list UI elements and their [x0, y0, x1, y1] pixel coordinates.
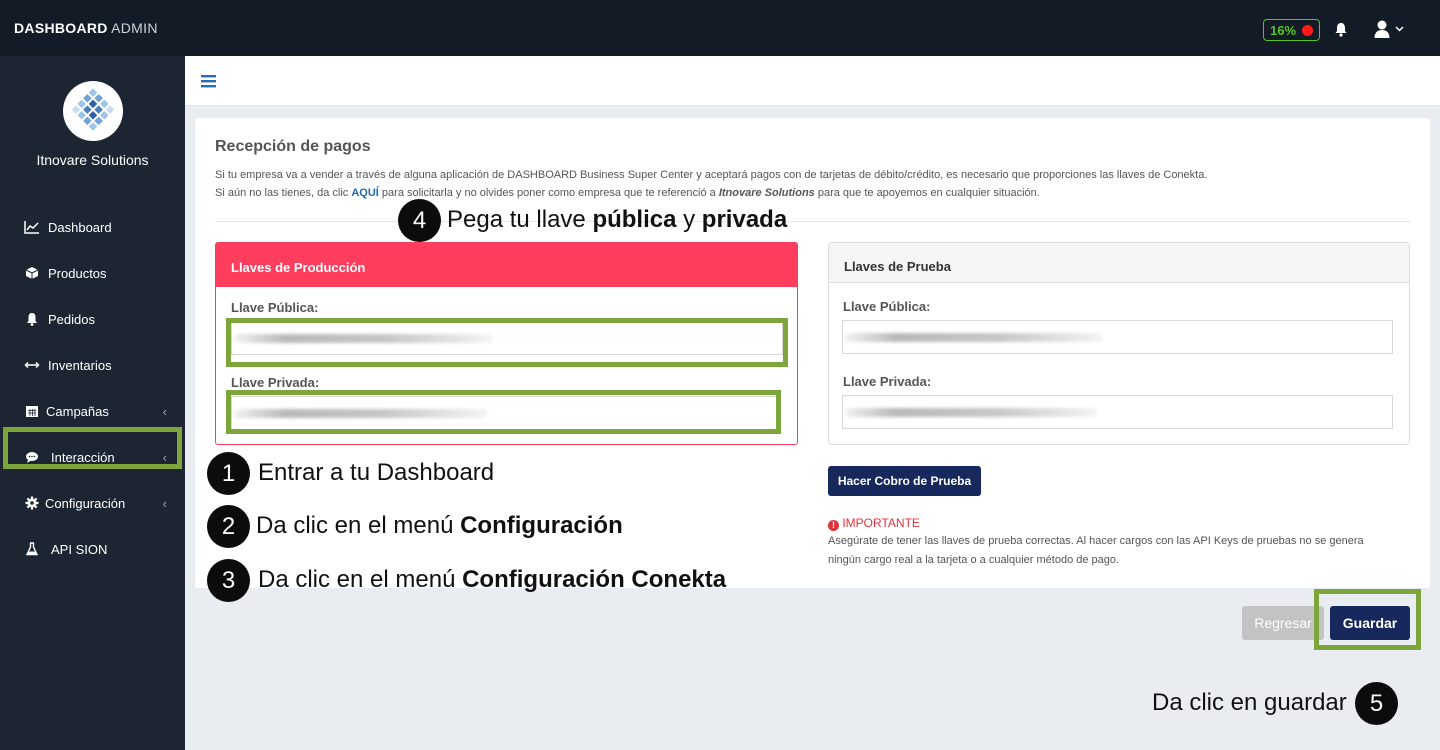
sidebar-item-campanas[interactable]: Campañas ‹ — [0, 391, 185, 431]
step-4-number: 4 — [398, 199, 441, 242]
request-keys-link[interactable]: AQUÍ — [351, 187, 379, 199]
important-text-line-1: Asegúrate de tener las llaves de prueba … — [828, 535, 1364, 547]
chevron-down-icon[interactable] — [1395, 24, 1404, 33]
step-text-bold: pública — [592, 206, 677, 233]
step-text-part: Pega tu llave — [447, 206, 593, 233]
test-public-key-label: Llave Pública: — [843, 299, 931, 314]
test-public-key-input[interactable] — [842, 320, 1393, 354]
step-5-number: 5 — [1355, 682, 1398, 725]
record-dot-icon — [1302, 25, 1313, 36]
chevron-left-icon: ‹ — [162, 404, 167, 419]
description-line-1: Si tu empresa va a vender a través de al… — [215, 169, 1208, 181]
sidebar-item-dashboard[interactable]: Dashboard — [0, 207, 185, 247]
sidebar-item-pedidos[interactable]: Pedidos — [0, 299, 185, 339]
sidebar-item-label: Configuración — [45, 496, 126, 511]
important-title: IMPORTANTE — [842, 516, 920, 530]
step-5-text: Da clic en guardar — [1152, 689, 1347, 716]
sidebar: Itnovare Solutions Dashboard Productos P… — [0, 56, 185, 750]
step-text-part: Da clic en el menú — [256, 512, 461, 539]
test-private-key-input[interactable] — [842, 395, 1393, 429]
test-private-key-label: Llave Privada: — [843, 374, 932, 389]
sidebar-item-label: Productos — [48, 266, 107, 281]
step-2-text: Da clic en el menú Configuración — [256, 512, 623, 540]
box-icon — [25, 267, 39, 279]
chevron-left-icon: ‹ — [162, 496, 167, 511]
info-circle-icon: ! — [828, 520, 839, 531]
gear-icon — [25, 496, 39, 510]
calendar-icon — [26, 406, 38, 417]
chart-line-icon — [24, 221, 39, 234]
step-3-number: 3 — [207, 559, 250, 602]
brand[interactable]: DASHBOARD ADMIN — [14, 20, 158, 36]
highlight-public-key — [226, 318, 788, 367]
page-title: Recepción de pagos — [215, 138, 371, 155]
referrer-company: Itnovare Solutions — [718, 187, 815, 199]
sidebar-item-api-sion[interactable]: API SION — [0, 529, 185, 569]
test-charge-button[interactable]: Hacer Cobro de Prueba — [828, 466, 981, 496]
sidebar-item-label: Dashboard — [48, 220, 112, 235]
step-2-number: 2 — [207, 505, 250, 548]
hamburger-menu-icon[interactable] — [201, 74, 216, 88]
step-1-number: 1 — [207, 452, 250, 495]
highlight-save-button — [1314, 589, 1421, 650]
notification-bell-icon[interactable] — [1334, 22, 1348, 37]
step-text-bold: Configuración — [460, 512, 623, 539]
step-3-text: Da clic en el menú Configuración Conekta — [258, 566, 726, 594]
description-text: para solicitarla y no olvides poner como… — [378, 187, 719, 199]
battery-value: 16% — [1270, 23, 1297, 38]
step-4-text: Pega tu llave pública y privada — [447, 206, 787, 234]
sidebar-item-configuracion[interactable]: Configuración ‹ — [0, 483, 185, 523]
description-line-2: Si aún no las tienes, da clic AQUÍ para … — [215, 187, 1040, 199]
masked-key — [845, 333, 1103, 342]
step-text-part: y — [676, 206, 702, 233]
step-1-text: Entrar a tu Dashboard — [258, 459, 495, 486]
top-bar: DASHBOARD ADMIN 16% — [0, 0, 1440, 56]
highlight-config-menu — [3, 427, 182, 469]
masked-key — [845, 408, 1097, 417]
description-text: Si aún no las tienes, da clic — [215, 187, 352, 199]
important-notice: ! IMPORTANTE — [828, 516, 920, 531]
battery-badge: 16% — [1263, 19, 1320, 41]
step-text-bold: Configuración Conekta — [462, 566, 727, 593]
arrows-horizontal-icon — [24, 361, 40, 369]
divider — [215, 221, 1410, 222]
flask-icon — [25, 542, 39, 556]
sidebar-item-label: Pedidos — [48, 312, 95, 327]
sidebar-item-label: Inventarios — [48, 358, 112, 373]
company-logo — [63, 81, 123, 141]
description-text: para que te apoyemos en cualquier situac… — [814, 187, 1040, 199]
bell-icon — [27, 313, 37, 326]
company-name: Itnovare Solutions — [36, 152, 149, 168]
user-icon[interactable] — [1374, 20, 1392, 39]
brand-bold: DASHBOARD — [14, 20, 108, 36]
back-button[interactable]: Regresar — [1242, 606, 1324, 640]
sidebar-item-label: Campañas — [46, 404, 109, 419]
test-keys-title: Llaves de Prueba — [829, 243, 1409, 283]
step-text-part: Da clic en el menú — [258, 566, 463, 593]
step-text-bold: privada — [701, 206, 788, 233]
diamond-logo-icon — [71, 88, 115, 131]
sidebar-item-inventarios[interactable]: Inventarios — [0, 345, 185, 385]
sidebar-item-productos[interactable]: Productos — [0, 253, 185, 293]
production-keys-title: Llaves de Producción — [216, 243, 797, 287]
production-public-key-label: Llave Pública: — [231, 300, 319, 315]
important-text-line-2: ningún cargo real a la tarjeta o a cualq… — [828, 554, 1120, 566]
highlight-private-key — [226, 390, 781, 434]
production-private-key-label: Llave Privada: — [231, 375, 320, 390]
brand-light: ADMIN — [111, 20, 158, 36]
content-header — [185, 56, 1440, 106]
sidebar-item-label: API SION — [51, 542, 108, 557]
